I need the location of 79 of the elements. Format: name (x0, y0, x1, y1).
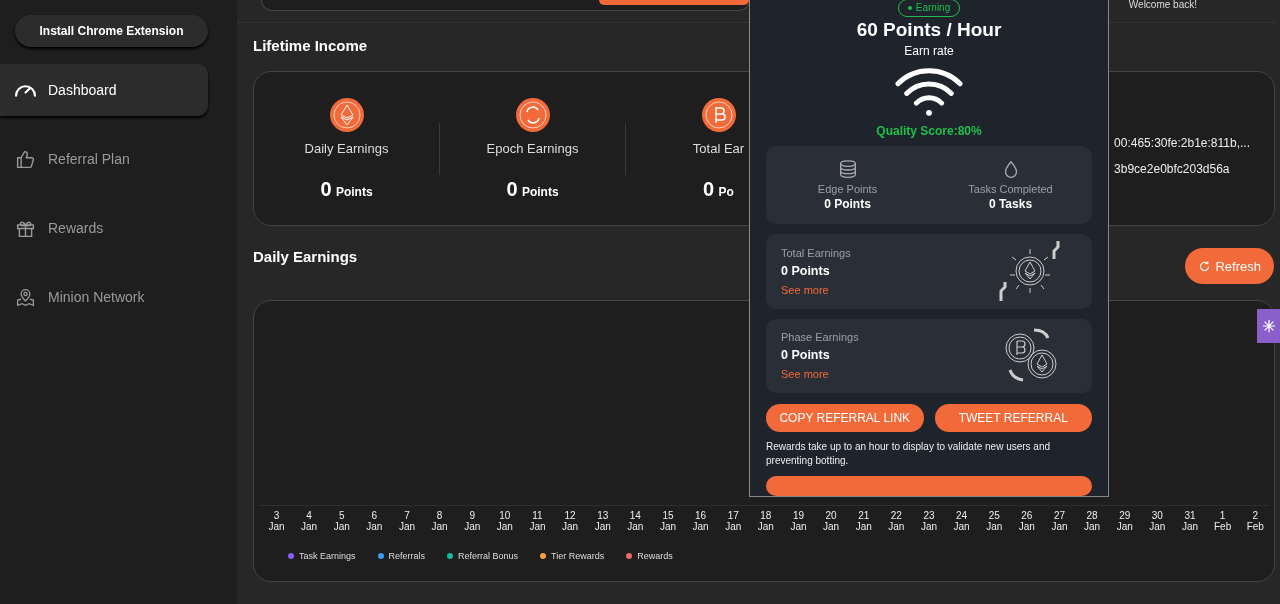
refresh-icon (1198, 259, 1212, 273)
axis-label: 3 Jan (267, 510, 286, 532)
section-title: Lifetime Income (253, 37, 368, 54)
legend-label[interactable]: Referral Bonus (458, 551, 519, 561)
axis-label: 30 Jan (1148, 510, 1167, 532)
card-value: 0 Points (781, 263, 831, 278)
stat-value: 0 Points (506, 177, 559, 201)
sidebar-item[interactable]: Dashboard (0, 64, 208, 116)
axis-label: 21 Jan (854, 510, 873, 532)
sidebar-item[interactable]: Minion Network (0, 271, 208, 323)
info-note: Rewards take up to an hour to display to validate new users and preventing botting. (766, 440, 1052, 468)
earn-rate-label: Earn rate (904, 43, 954, 58)
stat-label: Edge Points (817, 182, 878, 195)
sidebar-item[interactable]: Rewards (0, 202, 208, 254)
see-more-link[interactable]: See more (781, 283, 851, 296)
stat-value: 0 Points (824, 196, 871, 211)
stat-value: 0 Tasks (988, 196, 1033, 211)
axis-label: 17 Jan (724, 510, 743, 532)
axis-label: 24 Jan (952, 510, 971, 532)
stat-label: Daily Earnings (304, 140, 389, 156)
card-label: Phase Earnings (781, 331, 859, 344)
legend-label[interactable]: Referrals (388, 551, 426, 561)
stat-label: Tasks Completed (968, 182, 1053, 195)
axis-label: 10 Jan (495, 510, 514, 532)
quality-score: Quality Score:80% (876, 123, 982, 138)
map-pin-icon (15, 286, 36, 308)
legend-label[interactable]: Rewards (637, 551, 673, 561)
axis-label: 2 Feb (1245, 510, 1265, 532)
axis-label: 27 Jan (1050, 510, 1069, 532)
crypto-growth-drawing (998, 239, 1062, 304)
address-text: 3b9ce2e0bfc203d56a (1114, 161, 1231, 176)
axis-label: 29 Jan (1115, 510, 1134, 532)
axis-label: 11 Jan (528, 510, 547, 532)
stat-label: Epoch Earnings (486, 140, 579, 156)
axis-label: 1 Feb (1213, 510, 1233, 532)
earn-rate-value: 60 Points / Hour (856, 18, 1002, 41)
axis-label: 13 Jan (593, 510, 612, 532)
axis-label: 23 Jan (919, 510, 939, 532)
coin-icon (700, 96, 737, 133)
address-text: 00:465:30fe:2b1e:811b,... (1114, 135, 1250, 150)
stat-value: 0 Po (703, 177, 734, 201)
legend-label[interactable]: Tier Rewards (551, 551, 605, 561)
card-value: 0 Points (781, 348, 831, 363)
sparkle-widget-button[interactable] (1257, 309, 1280, 343)
wifi-icon (895, 66, 963, 116)
install-extension-button[interactable]: Install Chrome Extension (15, 15, 208, 47)
axis-label: 26 Jan (1017, 510, 1036, 532)
coin-icon (328, 96, 365, 133)
axis-label: 6 Jan (365, 510, 384, 532)
action-button[interactable] (599, 0, 749, 5)
axis-label: 4 Jan (300, 510, 319, 532)
axis-label: 9 Jan (463, 510, 482, 532)
axis-label: 28 Jan (1083, 510, 1102, 532)
axis-label: 19 Jan (789, 510, 808, 532)
axis-label: 16 Jan (691, 510, 710, 532)
sparkle-icon (1261, 319, 1276, 333)
axis-label: 22 Jan (887, 510, 906, 532)
see-more-link[interactable]: See more (781, 368, 859, 381)
gauge-icon (15, 82, 36, 98)
card-label: Total Earnings (781, 246, 851, 259)
section-title: Daily Earnings (253, 248, 358, 265)
coin-icon (514, 96, 551, 133)
axis-label: 14 Jan (626, 510, 645, 532)
axis-label: 20 Jan (822, 510, 841, 532)
axis-label: 8 Jan (430, 510, 449, 532)
axis-label: 12 Jan (561, 510, 580, 532)
axis-label: 5 Jan (332, 510, 351, 532)
axis-label: 7 Jan (397, 510, 417, 532)
sidebar-item[interactable]: Referral Plan (0, 133, 208, 185)
stat-label: Total Ear (692, 140, 745, 156)
axis-label: 31 Jan (1180, 510, 1200, 532)
axis-label: 25 Jan (985, 510, 1004, 532)
legend-label[interactable]: Task Earnings (299, 551, 356, 561)
greeting-text: Welcome back! (1128, 0, 1197, 10)
axis-label: 15 Jan (658, 510, 678, 532)
action-button[interactable] (766, 476, 1092, 496)
axis-label: 18 Jan (756, 510, 775, 532)
stat-value: 0 Points (320, 177, 373, 201)
thumbs-up-icon (15, 148, 36, 170)
